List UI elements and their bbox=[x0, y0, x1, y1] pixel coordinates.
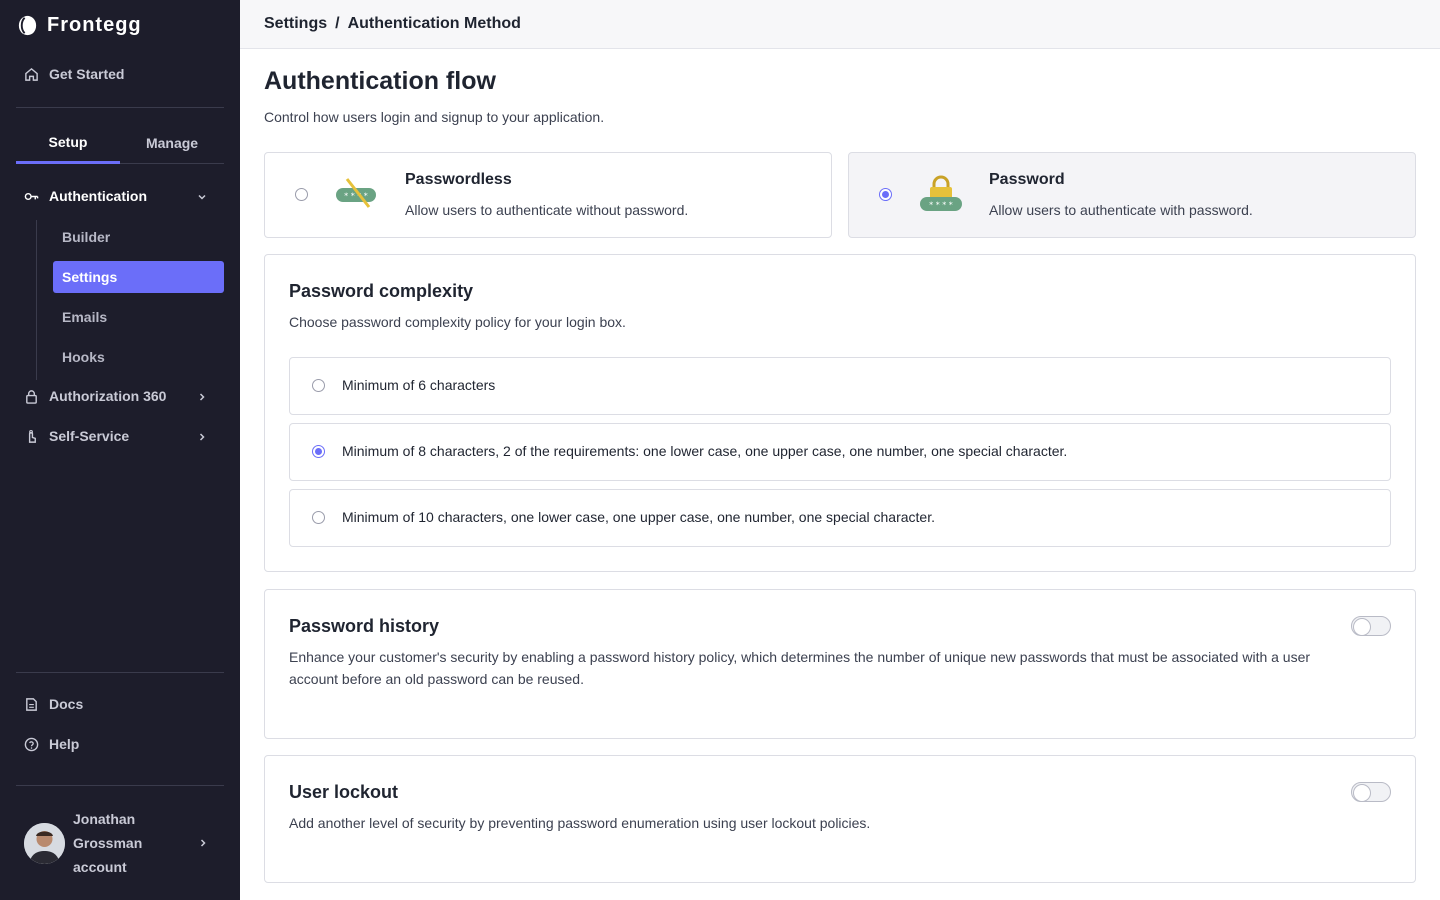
frontegg-logo[interactable]: Frontegg bbox=[16, 14, 142, 37]
tab-manage[interactable]: Manage bbox=[120, 122, 224, 164]
complexity-radio-6[interactable] bbox=[312, 379, 325, 392]
lockout-toggle[interactable] bbox=[1351, 782, 1391, 802]
submenu-guide-line bbox=[36, 220, 37, 380]
nav-authorization-label: Authorization 360 bbox=[49, 388, 167, 404]
complexity-option-label: Minimum of 6 characters bbox=[342, 377, 496, 393]
page-title: Authentication flow bbox=[264, 67, 496, 95]
complexity-option-label: Minimum of 10 characters, one lower case… bbox=[342, 509, 935, 525]
sidebar-divider bbox=[16, 785, 224, 786]
user-account-menu[interactable]: Jonathan Grossman account bbox=[24, 806, 220, 880]
nav-get-started-label: Get Started bbox=[49, 66, 125, 82]
complexity-radio-10[interactable] bbox=[312, 511, 325, 524]
avatar bbox=[24, 822, 65, 864]
sidebar-divider bbox=[16, 672, 224, 673]
password-desc: Allow users to authenticate with passwor… bbox=[989, 202, 1253, 218]
password-history-card: Password history Enhance your customer's… bbox=[264, 589, 1416, 739]
complexity-radio-8[interactable] bbox=[312, 445, 325, 458]
nav-docs[interactable]: Docs bbox=[24, 696, 83, 712]
user-lockout-card: User lockout Add another level of securi… bbox=[264, 755, 1416, 883]
complexity-title: Password complexity bbox=[289, 281, 474, 301]
breadcrumb: Settings / Authentication Method bbox=[240, 0, 1440, 49]
nav-help-label: Help bbox=[49, 736, 80, 752]
frontegg-logo-icon bbox=[18, 15, 37, 36]
passwordless-illustration-icon: * * * * bbox=[336, 178, 376, 208]
password-complexity-card: Password complexity Choose password comp… bbox=[264, 254, 1416, 572]
nav-authentication[interactable]: Authentication bbox=[24, 188, 214, 204]
help-icon bbox=[24, 737, 39, 751]
sidebar-item-settings[interactable]: Settings bbox=[53, 261, 224, 293]
chevron-right-icon bbox=[200, 839, 206, 847]
nav-authentication-label: Authentication bbox=[49, 188, 147, 204]
sidebar-item-emails[interactable]: Emails bbox=[53, 301, 224, 333]
nav-authorization-360[interactable]: Authorization 360 bbox=[24, 388, 166, 404]
complexity-option-label: Minimum of 8 characters, 2 of the requir… bbox=[342, 443, 1068, 459]
breadcrumb-separator: / bbox=[335, 15, 340, 32]
nav-self-service-label: Self-Service bbox=[49, 428, 130, 444]
brand-name: Frontegg bbox=[47, 14, 142, 36]
lock-icon bbox=[26, 389, 37, 404]
sidebar: Frontegg Get Started Setup Manage Authen… bbox=[0, 0, 240, 900]
svg-text:* * * *: * * * * bbox=[929, 201, 953, 210]
complexity-desc: Choose password complexity policy for yo… bbox=[289, 314, 626, 330]
complexity-option-6[interactable]: Minimum of 6 characters bbox=[289, 357, 1391, 415]
lockout-desc: Add another level of security by prevent… bbox=[289, 815, 871, 831]
method-card-password[interactable]: * * * * Password Allow users to authenti… bbox=[848, 152, 1416, 238]
passwordless-title: Passwordless bbox=[405, 171, 512, 188]
nav-help[interactable]: Help bbox=[24, 736, 79, 752]
chevron-down-icon[interactable] bbox=[196, 191, 208, 203]
hand-icon bbox=[28, 429, 36, 443]
history-desc: Enhance your customer's security by enab… bbox=[289, 649, 1311, 687]
complexity-option-8[interactable]: Minimum of 8 characters, 2 of the requir… bbox=[289, 423, 1391, 481]
password-illustration-icon: * * * * bbox=[920, 175, 962, 211]
password-radio[interactable] bbox=[879, 188, 892, 201]
home-icon bbox=[25, 67, 38, 81]
nav-docs-label: Docs bbox=[49, 696, 84, 712]
nav-get-started[interactable]: Get Started bbox=[24, 66, 124, 82]
document-icon bbox=[26, 697, 37, 711]
method-card-passwordless[interactable]: * * * * Passwordless Allow users to auth… bbox=[264, 152, 832, 238]
chevron-right-icon[interactable] bbox=[196, 391, 208, 403]
breadcrumb-settings[interactable]: Settings bbox=[264, 15, 327, 33]
tab-setup[interactable]: Setup bbox=[16, 122, 120, 164]
password-title: Password bbox=[989, 171, 1065, 188]
breadcrumb-current: Authentication Method bbox=[347, 15, 521, 32]
user-name: Jonathan Grossman account bbox=[73, 811, 143, 875]
sidebar-divider bbox=[16, 107, 224, 108]
history-title: Password history bbox=[289, 616, 440, 636]
lockout-title: User lockout bbox=[289, 782, 399, 802]
complexity-option-10[interactable]: Minimum of 10 characters, one lower case… bbox=[289, 489, 1391, 547]
key-icon bbox=[24, 192, 39, 200]
page-subtitle: Control how users login and signup to yo… bbox=[264, 109, 605, 125]
chevron-right-icon[interactable] bbox=[196, 431, 208, 443]
sidebar-item-builder[interactable]: Builder bbox=[53, 221, 224, 253]
history-toggle[interactable] bbox=[1351, 616, 1391, 636]
passwordless-radio[interactable] bbox=[295, 188, 308, 201]
passwordless-desc: Allow users to authenticate without pass… bbox=[405, 202, 689, 218]
nav-self-service[interactable]: Self-Service bbox=[24, 428, 129, 444]
setup-manage-tabs: Setup Manage bbox=[16, 122, 224, 164]
sidebar-item-hooks[interactable]: Hooks bbox=[53, 341, 224, 373]
